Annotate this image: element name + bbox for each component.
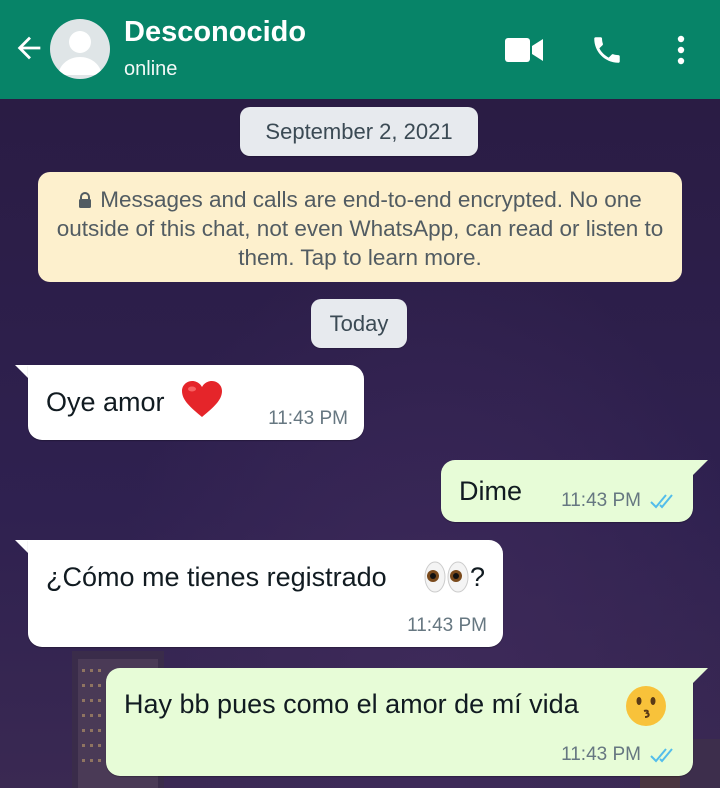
message-bubble-incoming[interactable]: ¿Cómo me tienes registrado ? 11:43 PM [28, 540, 503, 647]
message-time: 11:43 PM [561, 744, 641, 765]
read-ticks-icon [650, 748, 673, 763]
back-arrow-icon[interactable] [12, 31, 46, 65]
video-call-icon[interactable] [505, 37, 543, 63]
message-bubble-incoming[interactable]: Oye amor 11:43 PM [28, 365, 364, 440]
avatar[interactable] [50, 19, 110, 79]
chat-header: Desconocido online [0, 0, 720, 99]
message-time: 11:43 PM [407, 615, 487, 636]
message-text: Hay bb pues como el amor de mí vida [124, 689, 579, 719]
today-chip: Today [311, 299, 407, 348]
more-options-icon[interactable] [670, 33, 692, 67]
contact-name[interactable]: Desconocido [124, 16, 306, 49]
encryption-text: Messages and calls are end-to-end encryp… [56, 187, 664, 270]
date-chip: September 2, 2021 [240, 107, 478, 156]
lock-icon [79, 192, 92, 208]
message-time: 11:43 PM [561, 490, 641, 511]
message-bubble-outgoing[interactable]: Hay bb pues como el amor de mí vida 11:4… [106, 668, 693, 776]
default-avatar-icon [58, 31, 102, 75]
bubble-tail [692, 460, 708, 476]
encryption-notice[interactable]: Messages and calls are end-to-end encryp… [38, 172, 682, 282]
message-text: Oye amor [46, 387, 165, 417]
message-text: ¿Cómo me tienes registrado [46, 562, 387, 592]
chat-area[interactable]: September 2, 2021 Messages and calls are… [0, 99, 720, 788]
contact-status: online [124, 58, 178, 80]
eyes-icon [424, 561, 469, 593]
message-text-end: ? [470, 562, 486, 592]
red-heart-icon [182, 381, 222, 417]
message-time: 11:43 PM [268, 408, 348, 429]
message-text: Dime [459, 476, 523, 506]
read-ticks-icon [650, 494, 673, 509]
bubble-tail [692, 668, 708, 684]
kissing-face-icon [626, 686, 666, 726]
phone-call-icon[interactable] [590, 33, 624, 67]
message-bubble-outgoing[interactable]: Dime 11:43 PM [441, 460, 693, 522]
